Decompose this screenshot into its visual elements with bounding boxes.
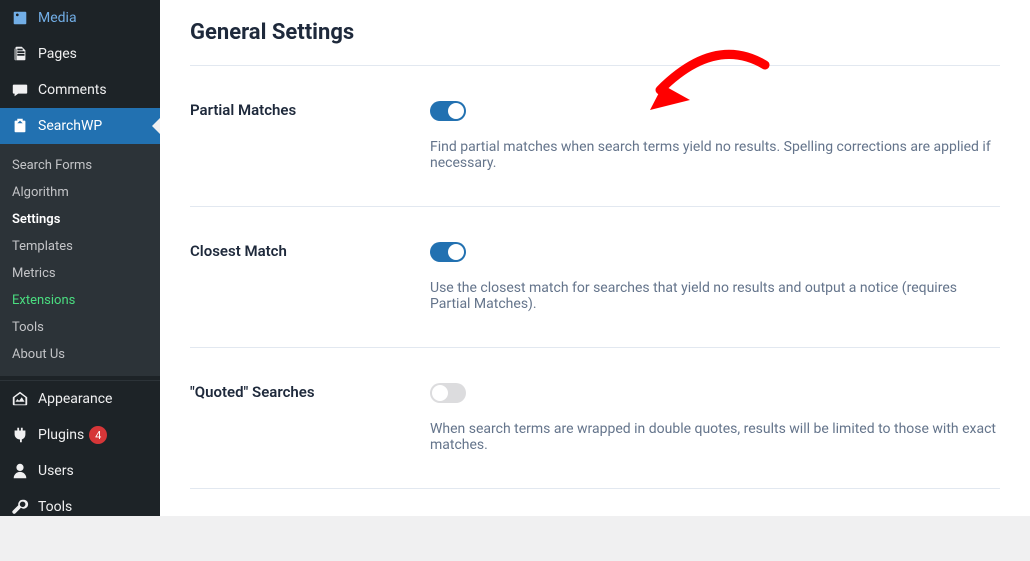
menu-label: Appearance [38,391,112,407]
setting-label: Closest Match [190,242,430,312]
divider [190,65,1000,66]
submenu-settings[interactable]: Settings [0,206,160,233]
setting-description: When search terms are wrapped in double … [430,421,1000,453]
divider [190,206,1000,207]
sidebar-item-pages[interactable]: Pages [0,36,160,72]
sidebar-item-searchwp[interactable]: SearchWP [0,108,160,144]
setting-quoted-searches: "Quoted" Searches When search terms are … [190,368,1000,468]
toggle-knob [432,385,448,401]
menu-label: Pages [38,46,77,62]
searchwp-submenu: Search Forms Algorithm Settings Template… [0,144,160,376]
media-icon [10,8,30,28]
menu-label: Comments [38,82,107,98]
toggle-quoted-searches[interactable] [430,383,466,403]
settings-icon [10,533,30,553]
submenu-tools[interactable]: Tools [0,314,160,341]
toggle-knob [448,103,464,119]
setting-partial-matches: Partial Matches Find partial matches whe… [190,86,1000,186]
sidebar-item-tools[interactable]: Tools [0,489,160,525]
setting-description: Find partial matches when search terms y… [430,139,1000,171]
content-area: General Settings Partial Matches Find pa… [160,0,1030,516]
appearance-icon [10,389,30,409]
setting-highlight-terms: Highlight Terms Automatically highlight … [190,509,1000,516]
admin-sidebar: Media Pages Comments SearchWP Search For… [0,0,160,516]
menu-label: Plugins [38,427,84,443]
pages-icon [10,44,30,64]
comments-icon [10,80,30,100]
divider [190,347,1000,348]
sidebar-item-settings[interactable]: Settings [0,525,160,561]
setting-closest-match: Closest Match Use the closest match for … [190,227,1000,327]
menu-label: Users [38,463,74,479]
toggle-closest-match[interactable] [430,242,466,262]
submenu-extensions[interactable]: Extensions [0,287,160,314]
sidebar-item-media[interactable]: Media [0,0,160,36]
menu-label: Settings [38,535,89,551]
menu-label: Media [38,10,77,26]
menu-label: Tools [38,499,72,515]
setting-description: Use the closest match for searches that … [430,280,1000,312]
divider [190,488,1000,489]
submenu-metrics[interactable]: Metrics [0,260,160,287]
plugins-update-badge: 4 [89,426,107,444]
sidebar-item-appearance[interactable]: Appearance [0,381,160,417]
setting-label: Partial Matches [190,101,430,171]
submenu-about-us[interactable]: About Us [0,341,160,368]
toggle-partial-matches[interactable] [430,101,466,121]
sidebar-item-plugins[interactable]: Plugins 4 [0,417,160,453]
tools-icon [10,497,30,517]
submenu-templates[interactable]: Templates [0,233,160,260]
sidebar-item-comments[interactable]: Comments [0,72,160,108]
submenu-search-forms[interactable]: Search Forms [0,152,160,179]
page-title: General Settings [190,20,1000,45]
setting-label: "Quoted" Searches [190,383,430,453]
sidebar-item-users[interactable]: Users [0,453,160,489]
searchwp-icon [10,116,30,136]
users-icon [10,461,30,481]
plugins-icon [10,425,30,445]
submenu-algorithm[interactable]: Algorithm [0,179,160,206]
toggle-knob [448,244,464,260]
menu-label: SearchWP [38,118,102,134]
